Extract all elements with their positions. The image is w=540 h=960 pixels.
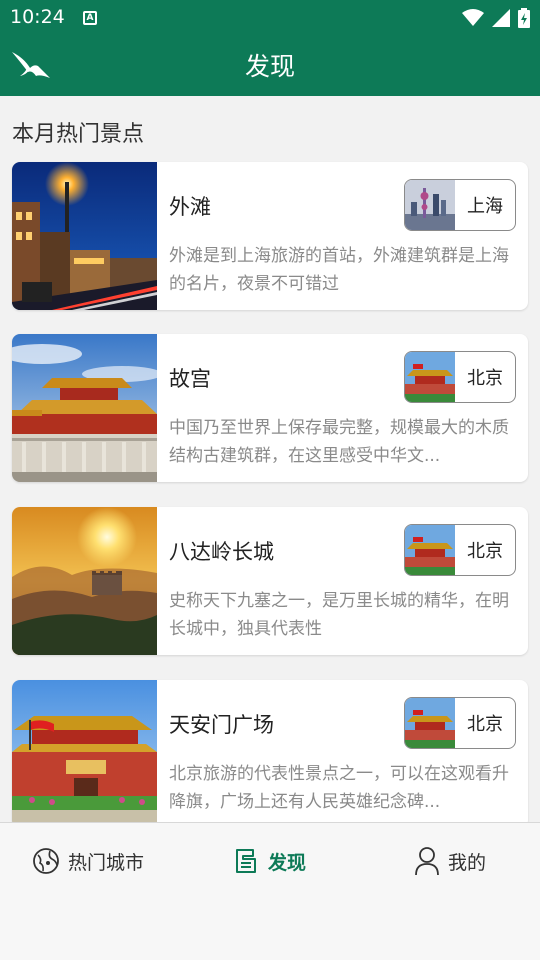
signal-icon xyxy=(492,9,510,27)
city-thumb-beijing xyxy=(405,352,455,402)
document-icon xyxy=(236,849,256,873)
city-name: 北京 xyxy=(467,368,503,389)
person-icon xyxy=(415,847,439,876)
app-bar: 发现 xyxy=(0,36,540,96)
spot-image-forbidden-city xyxy=(12,334,157,482)
page-title: 发现 xyxy=(244,52,295,81)
notification-icon: A xyxy=(83,11,97,25)
city-thumb-beijing xyxy=(405,698,455,748)
spot-name: 天安门广场 xyxy=(169,713,274,737)
status-icons xyxy=(462,8,530,28)
spot-card-tiananmen[interactable]: 天安门广场 北京 北京旅游的代表性景点之一，可以在这观看升降旗，广场上还有人民英… xyxy=(12,680,528,822)
status-time: 10:24 xyxy=(10,6,65,28)
city-thumb-shanghai xyxy=(405,180,455,230)
spot-description: 史称天下九塞之一，是万里长城的精华，在明长城中，独具代表性 xyxy=(169,591,509,639)
nav-label: 发现 xyxy=(268,851,307,874)
nav-item-mine[interactable]: 我的 xyxy=(414,843,486,879)
spot-description: 中国乃至世界上保存最完整，规模最大的木质结构古建筑群，在这里感受中华文... xyxy=(169,418,509,466)
spot-name: 故宫 xyxy=(169,367,211,391)
city-badge-shanghai[interactable]: 上海 xyxy=(404,179,516,231)
spot-image-great-wall xyxy=(12,507,157,655)
spot-description: 外滩是到上海旅游的首站，外滩建筑群是上海的名片，夜景不可错过 xyxy=(169,246,509,294)
city-badge-beijing[interactable]: 北京 xyxy=(404,524,516,576)
nav-label: 我的 xyxy=(448,851,487,874)
battery-icon xyxy=(518,8,530,28)
spot-card-great-wall[interactable]: 八达岭长城 北京 史称天下九塞之一，是万里长城的精华，在明长城中，独具代表性 xyxy=(12,507,528,655)
city-badge-beijing[interactable]: 北京 xyxy=(404,351,516,403)
discover-content[interactable]: 本月热门景点 外滩 上海 外滩是到上海旅游的首站，外滩建筑群是上海的名片，夜景不… xyxy=(0,96,540,822)
city-name: 上海 xyxy=(467,196,503,217)
nav-item-discover[interactable]: 发现 xyxy=(234,843,306,879)
wifi-icon xyxy=(462,9,484,26)
spot-image-tiananmen xyxy=(12,680,157,822)
globe-icon xyxy=(33,848,59,874)
spot-description: 北京旅游的代表性景点之一，可以在这观看升降旗，广场上还有人民英雄纪念碑... xyxy=(169,764,509,812)
bottom-nav: 热门城市 发现 我的 xyxy=(0,822,540,960)
status-bar: 10:24 A xyxy=(0,0,540,36)
city-badge-beijing[interactable]: 北京 xyxy=(404,697,516,749)
city-name: 北京 xyxy=(467,541,503,562)
city-name: 北京 xyxy=(467,714,503,735)
spot-name: 八达岭长城 xyxy=(169,540,274,564)
spot-card-forbidden-city[interactable]: 故宫 北京 中国乃至世界上保存最完整，规模最大的木质结构古建筑群，在这里感受中华… xyxy=(12,334,528,482)
section-title: 本月热门景点 xyxy=(12,122,145,147)
nav-item-hot-cities[interactable]: 热门城市 xyxy=(32,843,144,879)
nav-label: 热门城市 xyxy=(68,851,145,874)
city-thumb-beijing xyxy=(405,525,455,575)
spot-image-bund xyxy=(12,162,157,310)
spot-name: 外滩 xyxy=(169,195,211,219)
spot-card-bund[interactable]: 外滩 上海 外滩是到上海旅游的首站，外滩建筑群是上海的名片，夜景不可错过 xyxy=(12,162,528,310)
